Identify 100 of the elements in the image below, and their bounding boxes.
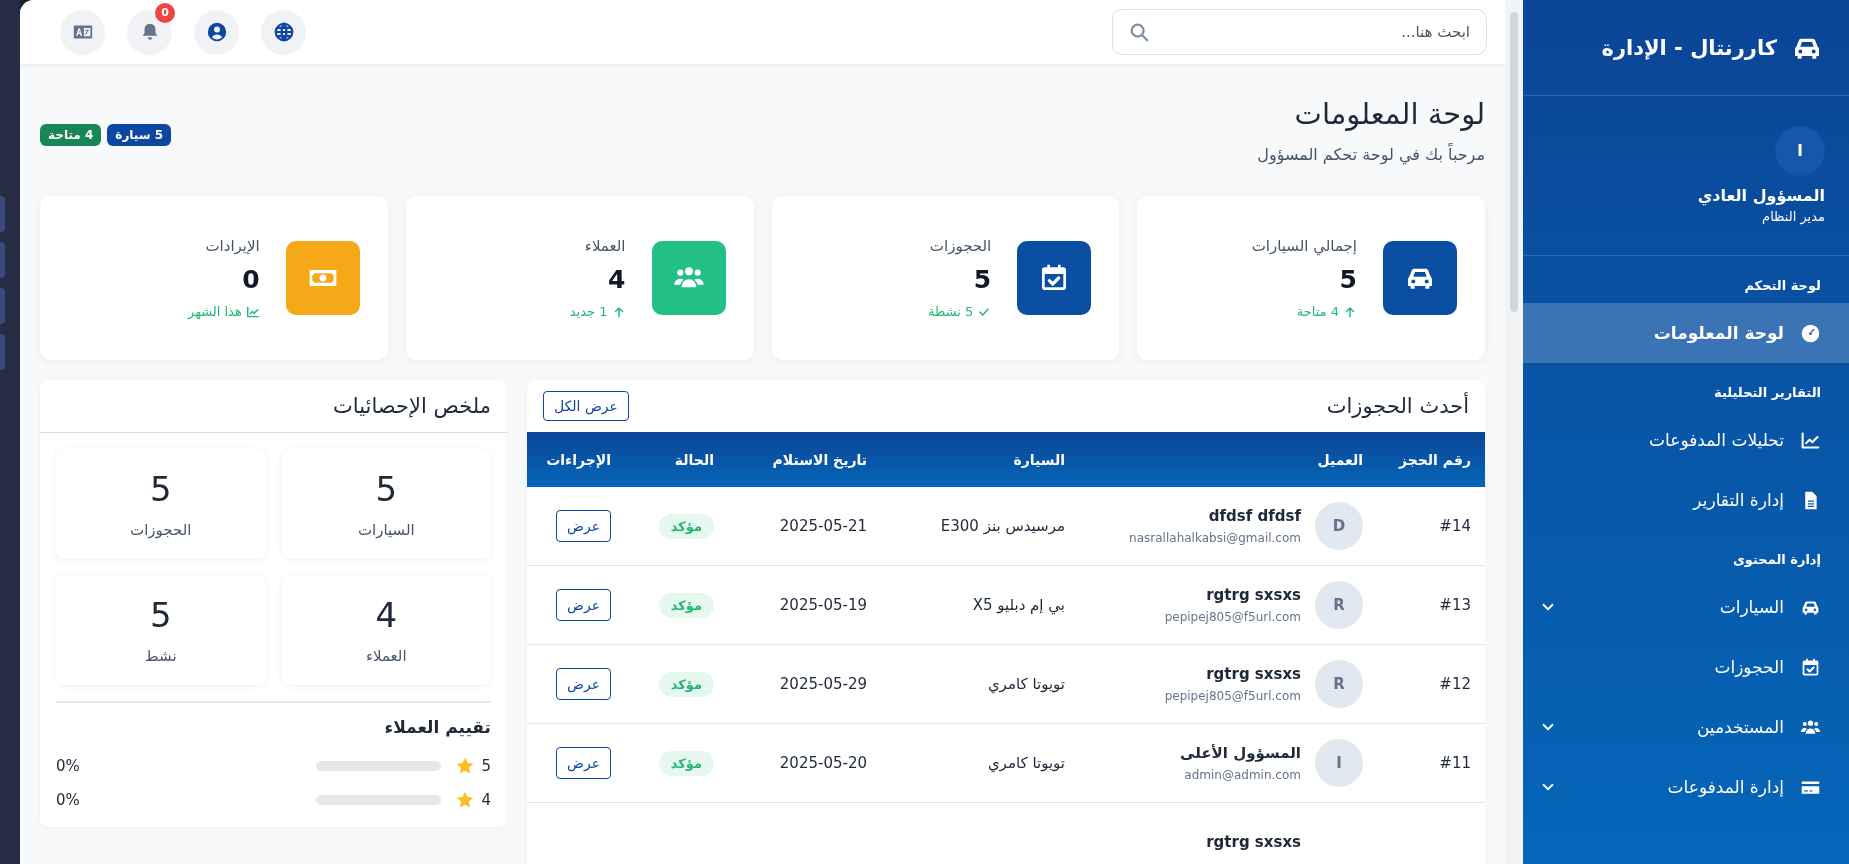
- car-name: تويوتا كامري: [987, 675, 1065, 693]
- tile-value: 4: [375, 595, 398, 635]
- pickup-date: 2025-05-21: [779, 517, 867, 535]
- tile-label: نشط: [144, 647, 177, 665]
- booking-number: #12: [1439, 675, 1471, 693]
- globe-icon: [272, 21, 295, 43]
- stat-trend: 4 متاحة: [1296, 304, 1339, 319]
- view-button[interactable]: عرض: [556, 668, 611, 700]
- client-email: admin@admin.com: [1183, 768, 1301, 782]
- client-email: pepipej805@f5url.com: [1164, 610, 1301, 624]
- client-avatar: R: [1315, 581, 1363, 629]
- tile-value: 5: [149, 469, 172, 509]
- client-name: المسؤول الأعلى: [1180, 744, 1301, 762]
- user-role: مدير النظام: [1761, 209, 1825, 224]
- star-icon: [455, 756, 476, 776]
- user-icon: [205, 21, 228, 43]
- tile-label: العملاء: [365, 647, 407, 665]
- client-name: rgtrg sxsxs: [1205, 586, 1301, 604]
- pickup-date: 2025-05-20: [779, 754, 867, 772]
- rating-percent: 0%: [56, 757, 80, 775]
- nav-item[interactable]: إدارة التقارير: [1523, 470, 1849, 530]
- client-avatar: I: [1315, 739, 1363, 787]
- car-name: بي إم دبليو X5: [972, 596, 1065, 614]
- status-pill: مؤكد: [658, 593, 714, 618]
- client-name: dfdsf dfdsf: [1207, 507, 1301, 525]
- star-icon: [455, 790, 476, 810]
- pickup-date: 2025-05-19: [779, 596, 867, 614]
- column-header: الحالة: [674, 451, 714, 468]
- booking-number: #14: [1439, 517, 1471, 535]
- client-email: nasrallahalkabsi@gmail.com: [1129, 531, 1301, 545]
- rating-label: 5: [481, 757, 491, 775]
- stat-label: إجمالي السيارات: [1251, 237, 1357, 255]
- view-button[interactable]: عرض: [556, 510, 611, 542]
- stat-value: 5: [1338, 265, 1357, 294]
- column-header: رقم الحجز: [1398, 451, 1471, 468]
- brand-title: كاررنتال - الإدارة: [1601, 35, 1777, 60]
- user-name: المسؤول العادي: [1696, 186, 1825, 205]
- client-avatar: R: [1315, 660, 1363, 708]
- calendar-check-icon: [1800, 656, 1821, 678]
- scrollbar-thumb[interactable]: [1510, 12, 1518, 312]
- gauge-icon: [1800, 322, 1821, 344]
- rating-percent: 0%: [56, 791, 80, 809]
- stat-trend: 5 نشطة: [928, 304, 974, 319]
- section-heading: لوحة التحكم: [1743, 277, 1822, 295]
- user-avatar: I: [1775, 126, 1825, 176]
- booking-number: #13: [1439, 596, 1471, 614]
- panel-title: ملخص الإحصائيات: [333, 394, 491, 418]
- section-heading: التقارير التحليلية: [1713, 384, 1822, 402]
- line-chart-icon: [1800, 429, 1821, 451]
- tile-value: 5: [149, 595, 172, 635]
- nav-item[interactable]: الحجوزات: [1523, 637, 1849, 697]
- stat-value: 5: [972, 265, 992, 294]
- panel-title: أحدث الحجوزات: [1326, 394, 1469, 418]
- column-header: الإجراءات: [546, 451, 611, 468]
- nav-item[interactable]: تحليلات المدفوعات: [1523, 410, 1849, 470]
- profile-button[interactable]: [194, 9, 239, 55]
- page-subtitle: مرحباً بك في لوحة تحكم المسؤول: [1257, 144, 1485, 164]
- stat-trend: 1 جديد: [569, 304, 608, 319]
- search-icon: [1128, 21, 1150, 43]
- section-heading: إدارة المحتوى: [1731, 551, 1822, 569]
- scrollbar[interactable]: [1505, 0, 1523, 864]
- language-button[interactable]: [261, 9, 306, 55]
- stat-value: 0: [241, 265, 260, 294]
- column-header: العميل: [1317, 451, 1363, 468]
- status-pill: مؤكد: [658, 672, 714, 697]
- stat-label: الحجوزات: [928, 237, 992, 255]
- booking-number: #11: [1439, 754, 1471, 772]
- view-button[interactable]: عرض: [556, 747, 611, 779]
- nav-item[interactable]: لوحة المعلومات: [1523, 303, 1849, 363]
- arrow-up-icon: [1343, 304, 1357, 319]
- client-email: pepipej805@f5url.com: [1164, 689, 1301, 703]
- page-title: لوحة المعلومات: [1293, 96, 1485, 131]
- line-chart-icon: [245, 304, 260, 319]
- notification-count: 0: [155, 2, 175, 23]
- column-header: السيارة: [1013, 451, 1065, 468]
- translate-button[interactable]: [60, 9, 105, 55]
- notifications-button[interactable]: [127, 9, 172, 55]
- ratings-heading: تقييم العملاء: [383, 717, 491, 737]
- count-badge: 4 متاحة: [40, 124, 102, 146]
- status-pill: مؤكد: [658, 514, 714, 539]
- status-pill: مؤكد: [658, 751, 714, 776]
- rating-label: 4: [481, 791, 491, 809]
- car-name: مرسيدس بنز E300: [940, 517, 1065, 535]
- pickup-date: 2025-05-29: [779, 675, 867, 693]
- nav-item[interactable]: إدارة المدفوعات: [1523, 757, 1849, 817]
- view-button[interactable]: عرض: [556, 589, 611, 621]
- count-badge: 5 سيارة: [107, 124, 172, 146]
- nav-item[interactable]: السيارات: [1523, 577, 1849, 637]
- stat-label: العملاء: [583, 237, 626, 255]
- column-header: تاريخ الاستلام: [772, 451, 867, 468]
- tile-label: السيارات: [357, 521, 415, 539]
- tile-label: الحجوزات: [130, 521, 192, 539]
- client-avatar: D: [1315, 502, 1363, 550]
- client-name: rgtrg sxsxs: [1205, 665, 1301, 683]
- search-field[interactable]: ابحث هنا...: [1112, 9, 1487, 55]
- stat-label: الإيرادات: [204, 237, 260, 255]
- stat-trend: هذا الشهر: [188, 304, 242, 319]
- client-name: rgtrg sxsxs: [1206, 833, 1301, 851]
- nav-item[interactable]: المستخدمين: [1523, 697, 1849, 757]
- view-all-button[interactable]: عرض الكل: [543, 391, 629, 421]
